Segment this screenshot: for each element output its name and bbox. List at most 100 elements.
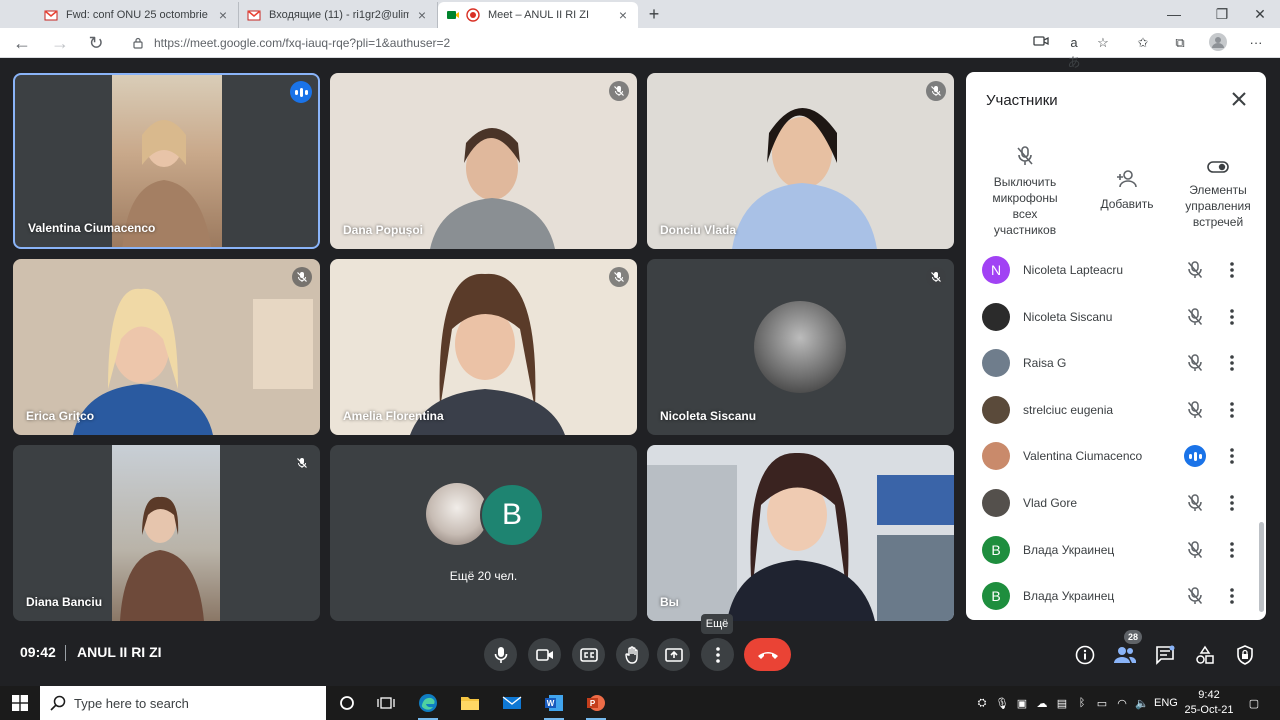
notifications-icon[interactable]: ▢ bbox=[1246, 695, 1262, 711]
close-panel-icon[interactable] bbox=[1228, 88, 1250, 110]
people-tray-icon[interactable]: ⛭ bbox=[974, 695, 990, 711]
video-tile-donciu[interactable]: Donciu Vlada bbox=[647, 73, 954, 249]
windows-start-icon[interactable] bbox=[6, 689, 34, 717]
taskbar-search-box[interactable]: Type here to search bbox=[40, 686, 326, 720]
forward-arrow-icon[interactable]: → bbox=[50, 33, 70, 53]
participant-row[interactable]: B Влада Украинец bbox=[966, 573, 1262, 619]
chat-button[interactable] bbox=[1153, 643, 1177, 667]
microphone-tray-icon[interactable]: 🎙 bbox=[994, 695, 1010, 711]
more-vert-icon[interactable] bbox=[1222, 401, 1242, 418]
video-tile-nicoleta[interactable]: Nicoleta Siscanu bbox=[647, 259, 954, 435]
video-tile-dana[interactable]: Dana Popușoi bbox=[330, 73, 637, 249]
app-tray-icon[interactable]: ▤ bbox=[1054, 695, 1070, 711]
search-icon bbox=[50, 695, 66, 711]
camera-button[interactable] bbox=[528, 638, 561, 671]
close-tab-icon[interactable]: × bbox=[415, 7, 429, 23]
meeting-controls-button[interactable]: Элементы управления встречей bbox=[1176, 150, 1260, 230]
edge-browser-icon[interactable] bbox=[414, 689, 442, 720]
more-vert-icon[interactable] bbox=[1222, 495, 1242, 511]
video-tile-self[interactable]: Вы bbox=[647, 445, 954, 621]
mic-off-icon[interactable] bbox=[1184, 306, 1206, 328]
participant-row[interactable]: strelciuc eugenia bbox=[966, 387, 1262, 433]
collections-icon[interactable]: ⧉ bbox=[1170, 33, 1190, 53]
host-controls-button[interactable] bbox=[1233, 643, 1257, 667]
read-aloud-icon[interactable]: aあ bbox=[1064, 33, 1084, 70]
maximize-icon[interactable]: ❐ bbox=[1212, 4, 1232, 24]
raise-hand-button[interactable] bbox=[616, 638, 649, 671]
bluetooth-icon[interactable]: ᛒ bbox=[1074, 695, 1090, 711]
minimize-icon[interactable]: — bbox=[1164, 4, 1184, 24]
meeting-details-button[interactable] bbox=[1073, 643, 1097, 667]
close-tab-icon[interactable]: × bbox=[616, 7, 630, 23]
browser-tab-1[interactable]: Fwd: conf ONU 25 octombrie - b × bbox=[36, 2, 239, 28]
close-window-icon[interactable]: ✕ bbox=[1250, 4, 1270, 24]
participant-row[interactable]: Raisa G bbox=[966, 340, 1262, 386]
profile-avatar-icon[interactable] bbox=[1208, 33, 1228, 53]
mic-off-icon[interactable] bbox=[1184, 259, 1206, 281]
back-arrow-icon[interactable]: ← bbox=[12, 33, 32, 53]
new-tab-icon[interactable]: + bbox=[643, 3, 665, 25]
taskbar-clock[interactable]: 9:42 25-Oct-21 bbox=[1184, 688, 1234, 718]
more-vert-icon[interactable] bbox=[1222, 541, 1242, 558]
participant-row[interactable]: B Влада Украинец bbox=[966, 527, 1262, 573]
more-options-button[interactable] bbox=[701, 638, 734, 671]
participants-button[interactable] bbox=[1113, 643, 1137, 667]
mic-off-icon[interactable] bbox=[1184, 399, 1206, 421]
powerpoint-icon[interactable]: P bbox=[582, 689, 610, 720]
mic-off-icon[interactable] bbox=[1184, 539, 1206, 561]
favorites-icon[interactable]: ✩ bbox=[1133, 33, 1153, 53]
browser-tab-2[interactable]: Входящие (11) - ri1gr2@ulim.m × bbox=[239, 2, 438, 28]
more-vert-icon[interactable] bbox=[1222, 448, 1242, 465]
participant-name: Valentina Ciumacenco bbox=[28, 221, 156, 235]
more-vert-icon[interactable] bbox=[1222, 308, 1242, 325]
activities-button[interactable] bbox=[1193, 643, 1217, 667]
task-view-icon[interactable] bbox=[372, 689, 400, 717]
volume-icon[interactable]: 🔈 bbox=[1134, 695, 1150, 711]
file-explorer-icon[interactable] bbox=[456, 689, 484, 717]
video-tile-valentina[interactable]: Valentina Ciumacenco bbox=[13, 73, 320, 249]
mute-all-button[interactable]: Выключить микрофоны всех участников bbox=[984, 142, 1066, 238]
word-icon[interactable]: W bbox=[540, 689, 568, 720]
video-tile-amelia[interactable]: Amelia Florentina bbox=[330, 259, 637, 435]
camera-permission-icon[interactable] bbox=[1031, 33, 1051, 53]
video-tile-more-participants[interactable]: B Ещё 20 чел. bbox=[330, 445, 637, 621]
favorite-add-icon[interactable]: ☆ bbox=[1093, 33, 1113, 53]
url-field[interactable]: https://meet.google.com/fxq-iauq-rqe?pli… bbox=[124, 31, 1024, 55]
leave-call-button[interactable] bbox=[744, 638, 791, 671]
participant-row[interactable]: Vlad Gore bbox=[966, 480, 1262, 526]
more-vert-icon[interactable] bbox=[1222, 262, 1242, 278]
participants-count-badge: 28 bbox=[1124, 630, 1142, 644]
screen-record-icon[interactable]: ▣ bbox=[1014, 695, 1030, 711]
speaking-indicator-icon[interactable] bbox=[1184, 445, 1206, 468]
reload-icon[interactable]: ↻ bbox=[86, 33, 106, 53]
panel-scrollbar[interactable] bbox=[1259, 522, 1264, 612]
participant-row[interactable]: Nicoleta Siscanu bbox=[966, 294, 1262, 340]
mic-off-icon[interactable] bbox=[1184, 492, 1206, 514]
video-tile-erica[interactable]: Erica Griţco bbox=[13, 259, 320, 435]
participants-panel: Участники Выключить микрофоны всех участ… bbox=[966, 72, 1266, 620]
wifi-icon[interactable]: ◠ bbox=[1114, 695, 1130, 711]
participant-row[interactable]: N Nicoleta Lapteacru bbox=[966, 247, 1262, 293]
mail-icon[interactable] bbox=[498, 689, 526, 717]
captions-button[interactable] bbox=[572, 638, 605, 671]
more-vert-icon[interactable] bbox=[1222, 588, 1242, 604]
cloud-icon[interactable]: ☁ bbox=[1034, 695, 1050, 711]
input-language[interactable]: ENG bbox=[1154, 697, 1178, 709]
more-vert-icon[interactable] bbox=[1222, 355, 1242, 371]
more-menu-icon[interactable]: ··· bbox=[1246, 33, 1266, 53]
close-tab-icon[interactable]: × bbox=[216, 7, 230, 23]
add-people-button[interactable]: Добавить bbox=[1094, 164, 1160, 212]
battery-icon[interactable]: ▭ bbox=[1094, 695, 1110, 711]
mic-off-icon[interactable] bbox=[1184, 352, 1206, 374]
participant-row[interactable]: Valentina Ciumacenco bbox=[966, 433, 1262, 479]
video-tile-diana[interactable]: Diana Banciu bbox=[13, 445, 320, 621]
microphone-button[interactable] bbox=[484, 638, 517, 671]
mic-off-icon[interactable] bbox=[1184, 585, 1206, 607]
present-screen-button[interactable] bbox=[657, 638, 690, 671]
person-add-icon bbox=[1094, 164, 1160, 188]
browser-tab-3-active[interactable]: Meet – ANUL II RI ZI × bbox=[438, 2, 638, 28]
cortana-icon[interactable] bbox=[333, 689, 361, 717]
participant-name: Влада Украинец bbox=[1023, 542, 1115, 557]
participant-avatar bbox=[426, 483, 488, 545]
taskbar-date: 25-Oct-21 bbox=[1184, 704, 1234, 716]
